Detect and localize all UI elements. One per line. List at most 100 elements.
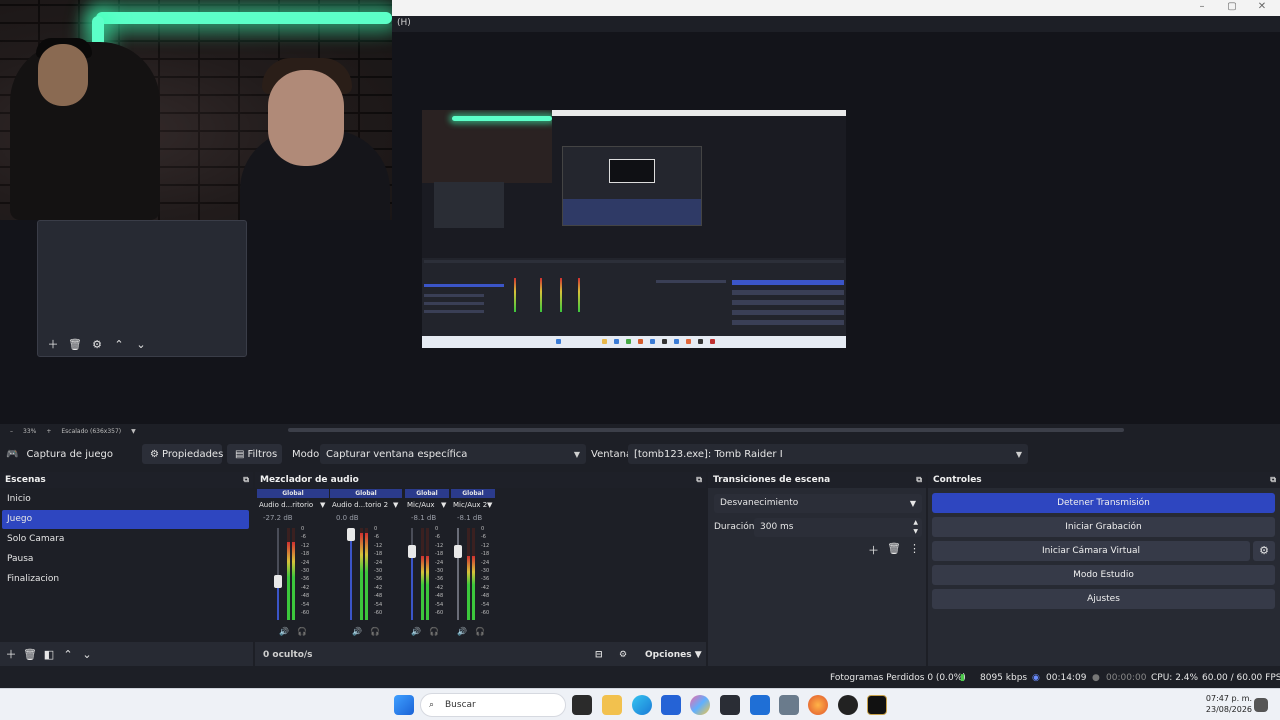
start-virtual-cam-button[interactable]: Iniciar Cámara Virtual xyxy=(932,541,1250,561)
headphones-icon[interactable]: 🎧 xyxy=(475,627,485,636)
db-tick: 0 xyxy=(435,526,439,532)
obs-icon[interactable] xyxy=(838,695,858,715)
tomb-raider-icon[interactable] xyxy=(867,695,887,715)
nested-context-bar xyxy=(424,260,844,263)
arrow-up-icon[interactable]: ⌃ xyxy=(110,336,128,354)
properties-button[interactable]: ⚙ Propiedades xyxy=(142,444,223,464)
gear-icon[interactable]: ⚙ xyxy=(88,336,106,354)
channel-db: -8.1 dB xyxy=(457,514,483,522)
settings-button[interactable]: Ajustes xyxy=(932,589,1275,609)
scenes-list: Inicio Juego Solo Camara Pausa Finalizac… xyxy=(0,488,253,642)
headphones-icon[interactable]: 🎧 xyxy=(429,627,439,636)
taskbar-clock[interactable]: 07:47 p. m. 23/08/2026 xyxy=(1200,693,1252,715)
volume-slider[interactable] xyxy=(408,528,416,620)
duration-spinbox[interactable]: 300 ms ▲ ▼ xyxy=(754,518,922,537)
task-view-icon[interactable] xyxy=(572,695,592,715)
trash-icon[interactable]: 🗑 xyxy=(66,336,84,354)
arrow-up-icon[interactable]: ⌃ xyxy=(59,646,77,664)
transition-select[interactable]: Desvanecimiento ▼ xyxy=(714,494,922,513)
volume-knob[interactable] xyxy=(274,575,282,588)
speaker-icon[interactable]: 🔊 xyxy=(279,627,289,636)
scene-item-juego[interactable]: Juego xyxy=(2,510,249,529)
advanced-audio-icon[interactable]: ⚙ xyxy=(619,650,627,660)
more-icon[interactable]: ⋮ xyxy=(909,542,920,558)
layout-icon[interactable]: ⊟ xyxy=(595,650,603,660)
camera-icon[interactable] xyxy=(779,695,799,715)
mode-select[interactable]: Capturar ventana específica ▼ xyxy=(320,444,586,464)
app-icon[interactable] xyxy=(720,695,740,715)
scenes-dock: Escenas ⧉ Inicio Juego Solo Camara Pausa… xyxy=(0,472,253,666)
nested-scene-row xyxy=(424,294,484,297)
channel-menu-icon[interactable]: ▼ xyxy=(393,501,398,509)
channel-menu-icon[interactable]: ▼ xyxy=(320,501,325,509)
scene-item-finalizacion[interactable]: Finalizacion xyxy=(2,570,249,589)
add-icon[interactable]: ＋ xyxy=(44,336,62,354)
volume-slider[interactable] xyxy=(454,528,462,620)
virtual-cam-settings-icon[interactable]: ⚙ xyxy=(1253,541,1275,561)
mixer-channel: Global Audio d...ritorio ▼ -27.2 dB 0 -6-… xyxy=(257,488,329,642)
start-recording-button[interactable]: Iniciar Grabación xyxy=(932,517,1275,537)
visual-studio-icon[interactable] xyxy=(750,695,770,715)
firefox-icon[interactable] xyxy=(808,695,828,715)
menu-help[interactable]: (H) xyxy=(397,18,411,28)
options-button[interactable]: Opciones ▼ xyxy=(645,650,702,660)
dropped-frames: Fotogramas Perdidos 0 (0.0%) xyxy=(830,673,966,683)
window-select[interactable]: [tomb123.exe]: Tomb Raider I ▼ xyxy=(628,444,1028,464)
studio-mode-button[interactable]: Modo Estudio xyxy=(932,565,1275,585)
headphones-icon[interactable]: 🎧 xyxy=(297,627,307,636)
undock-icon[interactable]: ⧉ xyxy=(243,472,249,488)
volume-slider[interactable] xyxy=(274,528,282,620)
add-scene-icon[interactable]: ＋ xyxy=(2,646,20,664)
undock-icon[interactable]: ⧉ xyxy=(916,472,922,488)
trash-icon[interactable]: 🗑 xyxy=(887,542,901,558)
zoom-out-button[interactable]: – xyxy=(10,428,13,435)
volume-knob[interactable] xyxy=(347,528,355,541)
db-tick: -30 xyxy=(481,567,490,574)
volume-slider[interactable] xyxy=(347,528,355,620)
add-icon[interactable]: ＋ xyxy=(868,542,879,558)
chevron-down-icon: ▼ xyxy=(909,499,916,508)
store-icon[interactable] xyxy=(661,695,681,715)
arrow-down-icon[interactable]: ⌄ xyxy=(132,336,150,354)
undock-icon[interactable]: ⧉ xyxy=(1270,472,1276,488)
nested-taskbar-icon xyxy=(710,339,715,344)
copilot-icon[interactable] xyxy=(690,695,710,715)
scenes-title-text: Escenas xyxy=(5,475,46,485)
speaker-icon[interactable]: 🔊 xyxy=(411,627,421,636)
speaker-icon[interactable]: 🔊 xyxy=(352,627,362,636)
notification-icon[interactable] xyxy=(1254,698,1268,712)
scene-item-solo-camara[interactable]: Solo Camara xyxy=(2,530,249,549)
minimize-button[interactable]: – xyxy=(1192,1,1212,12)
file-explorer-icon[interactable] xyxy=(602,695,622,715)
volume-knob[interactable] xyxy=(454,545,462,558)
undock-icon[interactable]: ⧉ xyxy=(696,472,702,488)
maximize-button[interactable]: ▢ xyxy=(1222,1,1242,12)
taskbar-search[interactable]: ⌕ Buscar xyxy=(420,693,566,717)
stop-stream-button[interactable]: Detener Transmisión xyxy=(932,493,1275,513)
edge-icon[interactable] xyxy=(632,695,652,715)
speaker-icon[interactable]: 🔊 xyxy=(457,627,467,636)
spin-arrows-icon[interactable]: ▲ ▼ xyxy=(913,518,918,536)
scene-item-pausa[interactable]: Pausa xyxy=(2,550,249,569)
options-label: Opciones xyxy=(645,650,692,660)
arrow-down-icon[interactable]: ⌄ xyxy=(78,646,96,664)
level-meter-fill xyxy=(426,555,429,620)
db-tick: -12 xyxy=(435,542,444,549)
scale-dropdown-icon[interactable]: ▼ xyxy=(131,428,136,435)
channel-menu-icon[interactable]: ▼ xyxy=(441,501,446,509)
nested-taskbar-icon xyxy=(698,339,703,344)
windows-start-icon[interactable] xyxy=(394,695,414,715)
trash-icon[interactable]: 🗑 xyxy=(21,646,39,664)
filters-button[interactable]: ▤ Filtros xyxy=(227,444,282,464)
zoom-in-button[interactable]: + xyxy=(46,428,51,435)
close-button[interactable]: ✕ xyxy=(1252,1,1272,12)
filter-icon[interactable]: ◧ xyxy=(40,646,58,664)
preview-area[interactable]: ＋ 🗑 ⚙ ⌃ ⌄ xyxy=(0,0,1280,432)
headphones-icon[interactable]: 🎧 xyxy=(370,627,380,636)
nested-neon xyxy=(452,116,552,121)
channel-menu-icon[interactable]: ▼ xyxy=(487,501,492,509)
global-badge: Global xyxy=(330,489,402,498)
volume-knob[interactable] xyxy=(408,545,416,558)
duration-label: Duración xyxy=(714,522,755,532)
scene-item-inicio[interactable]: Inicio xyxy=(2,490,249,509)
